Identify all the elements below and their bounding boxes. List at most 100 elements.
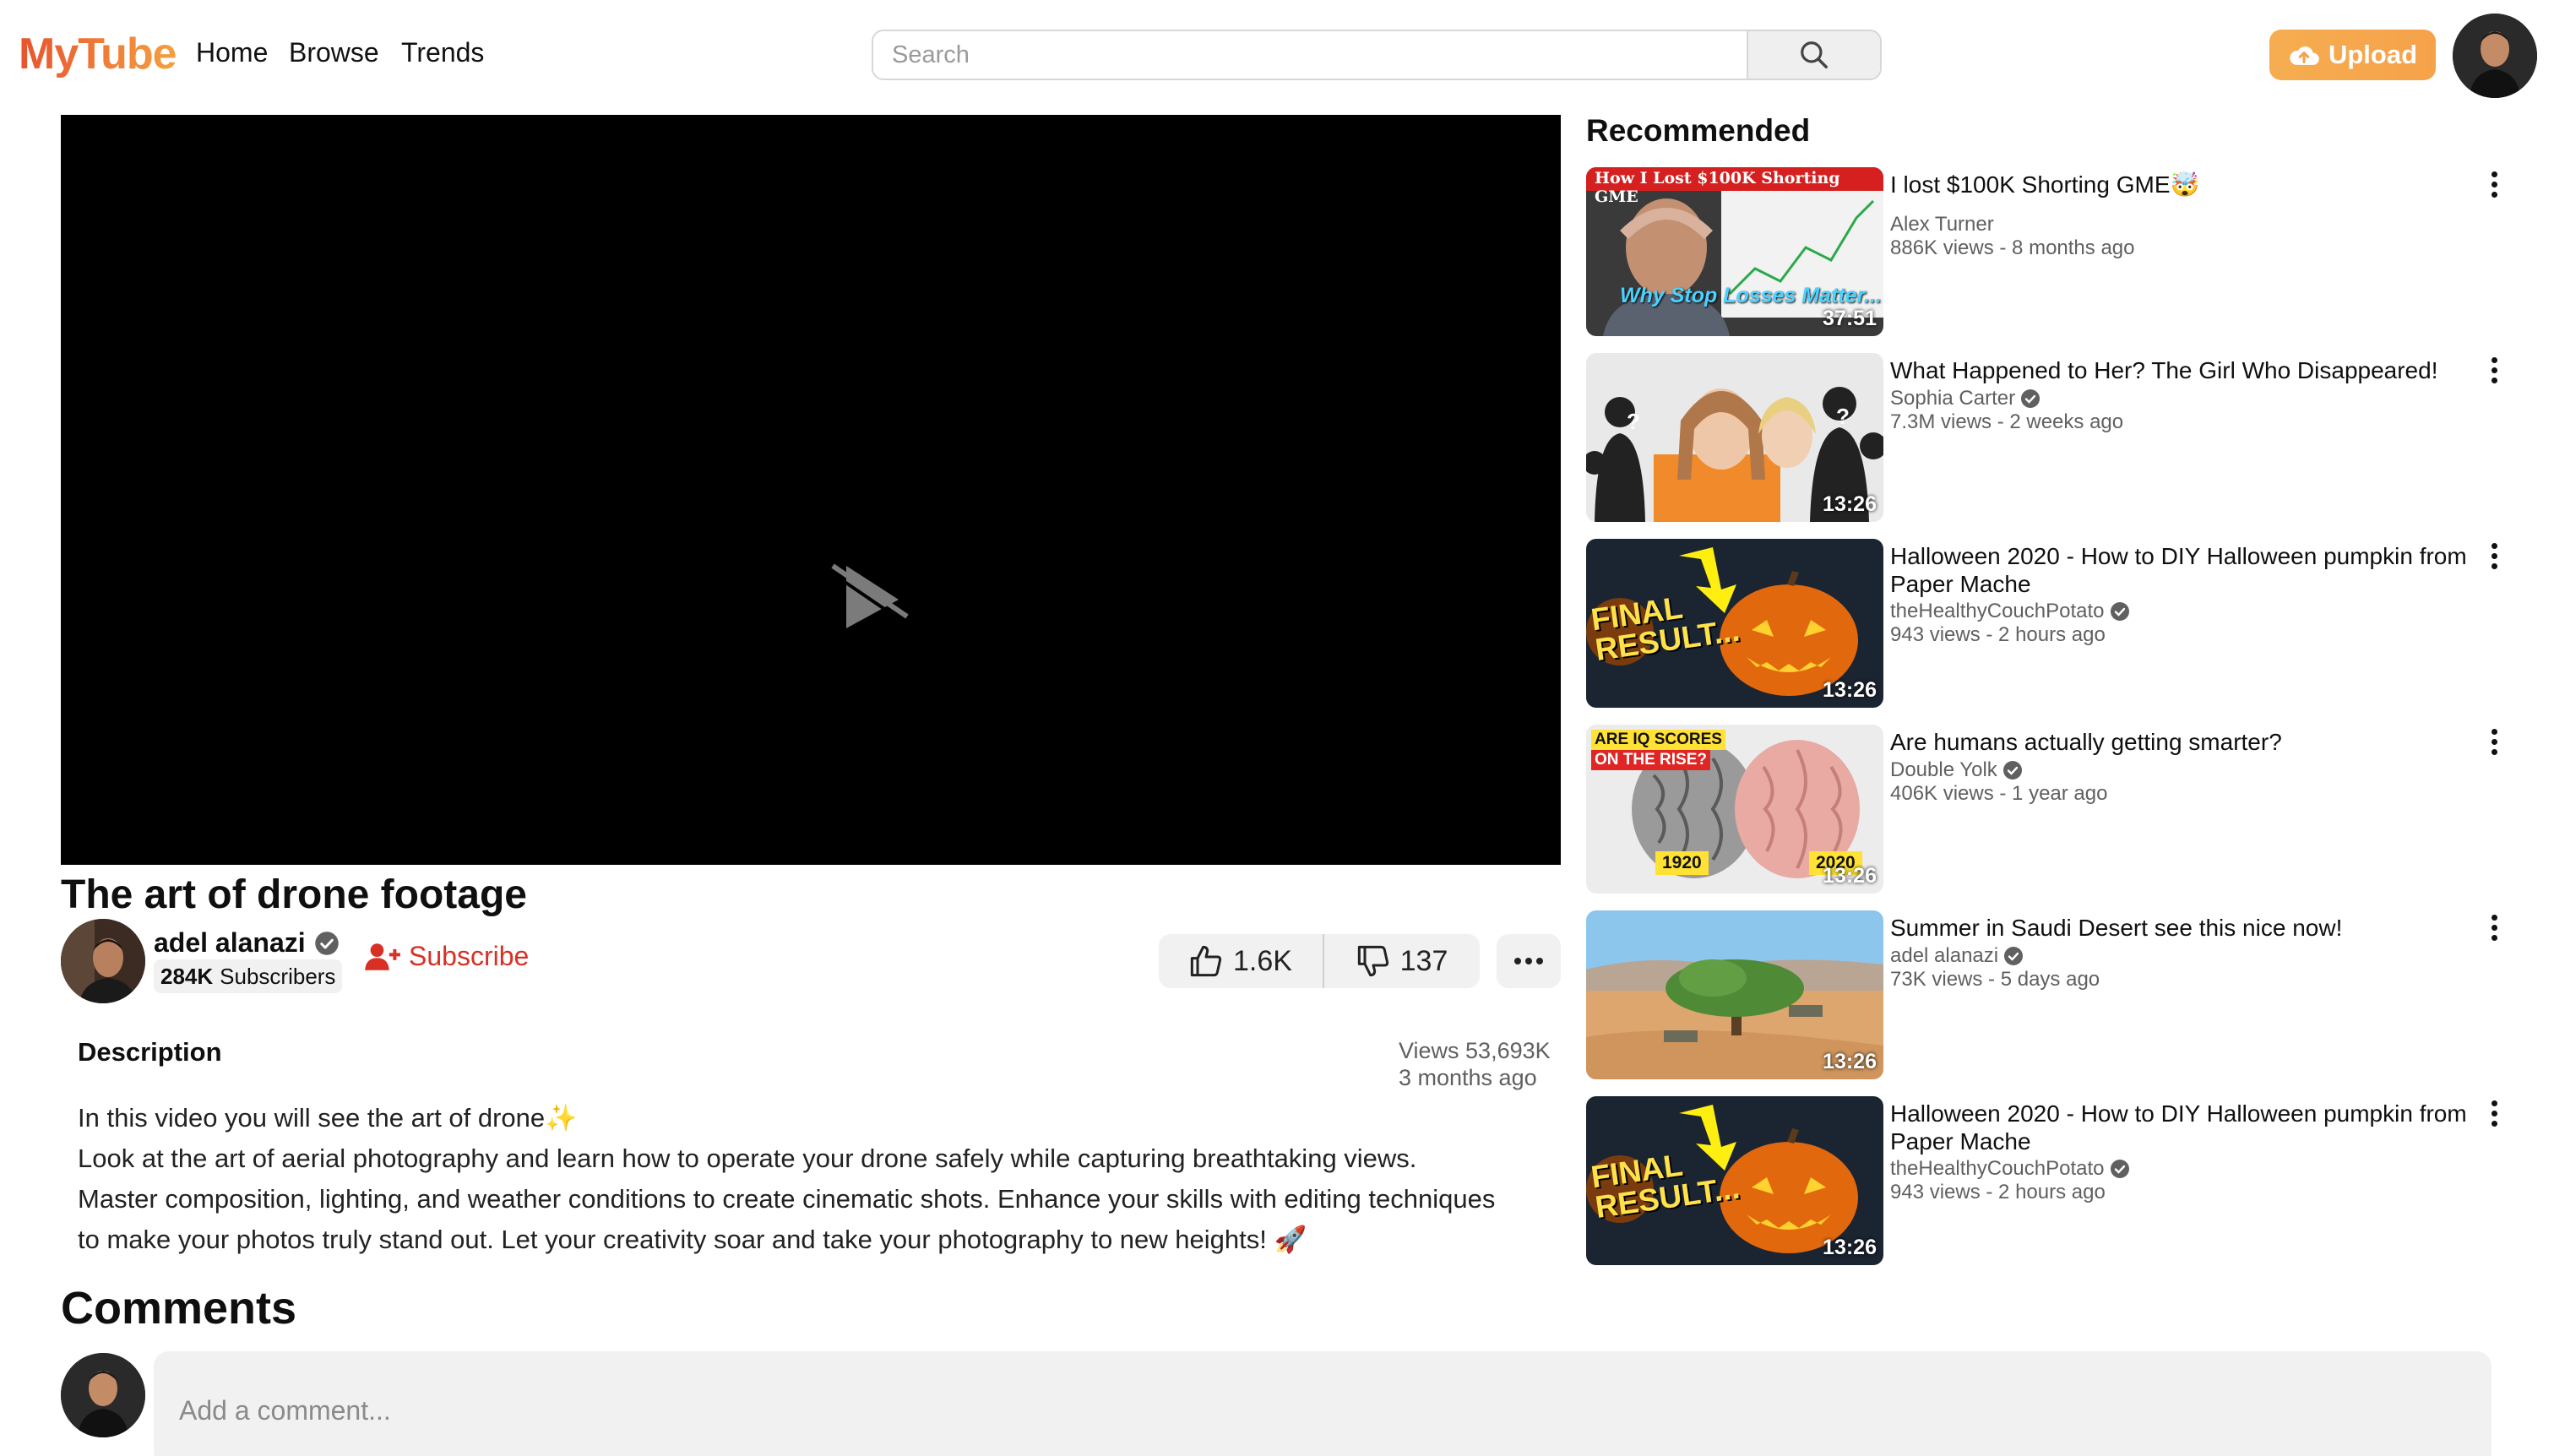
video-channel-name: Double Yolk (1890, 758, 1997, 781)
verified-icon (2110, 602, 2129, 621)
video-title[interactable]: I lost $100K Shorting GME🤯 (1890, 171, 2481, 198)
channel-avatar[interactable] (61, 919, 145, 1003)
thumbs-up-icon (1190, 945, 1222, 977)
thumbnail-caption-secondary: ON THE RISE? (1591, 750, 1711, 770)
description-line: to make your photos truly stand out. Let… (78, 1225, 1307, 1254)
video-thumbnail[interactable]: 13:26 (1586, 910, 1883, 1079)
avatar-image (2453, 14, 2537, 98)
video-duration: 13:26 (1823, 864, 1877, 888)
video-player[interactable] (61, 115, 1561, 865)
video-title[interactable]: Are humans actually getting smarter? (1890, 728, 2481, 756)
video-channel-name: Sophia Carter (1890, 387, 2016, 410)
channel-avatar-image (61, 919, 145, 1003)
search-input[interactable] (873, 31, 1747, 79)
video-meta: 406K views - 1 year ago (1890, 782, 2108, 805)
nav-trends[interactable]: Trends (401, 37, 484, 68)
video-channel[interactable]: theHealthyCouchPotato (1890, 600, 2130, 623)
video-channel[interactable]: Sophia Carter (1890, 387, 2040, 410)
subscribe-label: Subscribe (409, 941, 530, 971)
add-user-icon (365, 943, 400, 970)
like-button[interactable]: 1.6K (1159, 934, 1324, 988)
comment-avatar-image (61, 1353, 145, 1437)
nav-home[interactable]: Home (196, 37, 268, 68)
subscriber-label: Subscribers (220, 963, 336, 989)
video-meta: 943 views - 2 hours ago (1890, 1181, 2106, 1203)
video-title[interactable]: Halloween 2020 - How to DIY Halloween pu… (1890, 542, 2481, 598)
recommended-video[interactable]: 13:26 Summer in Saudi Desert see this ni… (1586, 910, 2524, 1079)
description-line: In this video you will see the art of dr… (78, 1103, 578, 1133)
video-duration: 13:26 (1823, 678, 1877, 702)
comments-heading: Comments (61, 1283, 297, 1334)
video-thumbnail[interactable]: ? ? 13:26 (1586, 353, 1883, 522)
dislike-count: 137 (1399, 944, 1448, 977)
video-duration: 13:26 (1823, 492, 1877, 516)
video-channel[interactable]: Alex Turner (1890, 213, 1994, 236)
thumbnail-caption-secondary: Why Stop Losses Matter... (1620, 284, 1882, 307)
video-meta: 73K views - 5 days ago (1890, 968, 2100, 991)
video-channel[interactable]: theHealthyCouchPotato (1890, 1157, 2130, 1181)
thumbnail-caption: ARE IQ SCORES (1591, 730, 1725, 750)
video-meta: 943 views - 2 hours ago (1890, 623, 2106, 646)
video-title[interactable]: Halloween 2020 - How to DIY Halloween pu… (1890, 1100, 2481, 1155)
comment-input[interactable] (154, 1351, 2492, 1456)
video-duration: 13:26 (1823, 1050, 1877, 1073)
verified-icon (2004, 947, 2024, 965)
video-duration: 37:51 (1823, 307, 1877, 330)
subscribe-button[interactable]: Subscribe (365, 941, 529, 972)
video-thumbnail[interactable]: FINAL RESULT... 13:26 (1586, 1096, 1883, 1265)
nav-browse[interactable]: Browse (289, 37, 379, 68)
description-line: Look at the art of aerial photography an… (78, 1144, 1417, 1173)
more-horizontal-icon (1514, 958, 1543, 964)
recommended-video[interactable]: FINAL RESULT... 13:26 Halloween 2020 - H… (1586, 539, 2524, 708)
description-line: Master composition, lighting, and weathe… (78, 1184, 1496, 1214)
video-thumbnail[interactable]: How I Lost $100K Shorting GME Why Stop L… (1586, 167, 1883, 336)
verified-icon (2021, 389, 2040, 408)
comment-user-avatar (61, 1353, 145, 1437)
channel-name[interactable]: adel alanazi (154, 927, 340, 959)
video-options-button[interactable] (2483, 1096, 2505, 1130)
search-icon (1801, 41, 1828, 68)
upload-label: Upload (2328, 40, 2418, 69)
video-options-button[interactable] (2483, 910, 2505, 944)
cloud-upload-icon (2290, 46, 2319, 65)
subscriber-count: 284K Subscribers (154, 959, 343, 993)
more-options-button[interactable] (1497, 934, 1561, 988)
video-channel[interactable]: adel alanazi (1890, 944, 2024, 968)
video-options-button[interactable] (2483, 725, 2505, 758)
top-bar: MyTube Home Browse Trends Upload (0, 0, 2554, 110)
video-channel[interactable]: Double Yolk (1890, 758, 2023, 782)
recommended-video[interactable]: ARE IQ SCORES ON THE RISE? 1920 2020 13:… (1586, 725, 2524, 894)
thumbnail-caption: How I Lost $100K Shorting GME (1595, 169, 1840, 206)
recommended-video[interactable]: ? ? 13:26 What Happened to Her? The Girl… (1586, 353, 2524, 522)
thumbs-down-icon (1357, 945, 1388, 977)
play-disabled-icon[interactable] (826, 561, 910, 632)
video-options-button[interactable] (2483, 353, 2505, 387)
recommended-video[interactable]: FINAL RESULT... 13:26 Halloween 2020 - H… (1586, 1096, 2524, 1265)
svg-text:?: ? (1836, 404, 1850, 429)
recommended-video[interactable]: How I Lost $100K Shorting GME Why Stop L… (1586, 167, 2524, 336)
verified-icon (2110, 1160, 2129, 1178)
video-options-button[interactable] (2483, 539, 2505, 573)
video-title[interactable]: What Happened to Her? The Girl Who Disap… (1890, 356, 2481, 384)
video-meta: 7.3M views - 2 weeks ago (1890, 410, 2124, 433)
verified-icon (2002, 761, 2022, 780)
thumbnail-year-label: 1920 (1655, 851, 1709, 875)
video-channel-name: theHealthyCouchPotato (1890, 1157, 2105, 1180)
dislike-button[interactable]: 137 (1324, 934, 1480, 988)
description-heading: Description (78, 1037, 222, 1067)
verified-icon (314, 931, 339, 955)
subscriber-number: 284K (160, 963, 214, 989)
view-stats: Views 53,693K 3 months ago (1399, 1037, 1551, 1091)
description-text: In this video you will see the art of dr… (78, 1098, 1564, 1260)
video-thumbnail[interactable]: ARE IQ SCORES ON THE RISE? 1920 2020 13:… (1586, 725, 1883, 894)
video-options-button[interactable] (2483, 167, 2505, 201)
video-duration: 13:26 (1823, 1236, 1877, 1259)
search-button[interactable] (1747, 31, 1880, 79)
video-title[interactable]: Summer in Saudi Desert see this nice now… (1890, 914, 2481, 942)
user-avatar[interactable] (2453, 14, 2537, 98)
mytube-logo[interactable]: MyTube (19, 29, 177, 79)
upload-button[interactable]: Upload (2269, 30, 2436, 80)
video-thumbnail[interactable]: FINAL RESULT... 13:26 (1586, 539, 1883, 708)
like-count: 1.6K (1233, 944, 1292, 977)
video-channel-name: theHealthyCouchPotato (1890, 600, 2105, 622)
